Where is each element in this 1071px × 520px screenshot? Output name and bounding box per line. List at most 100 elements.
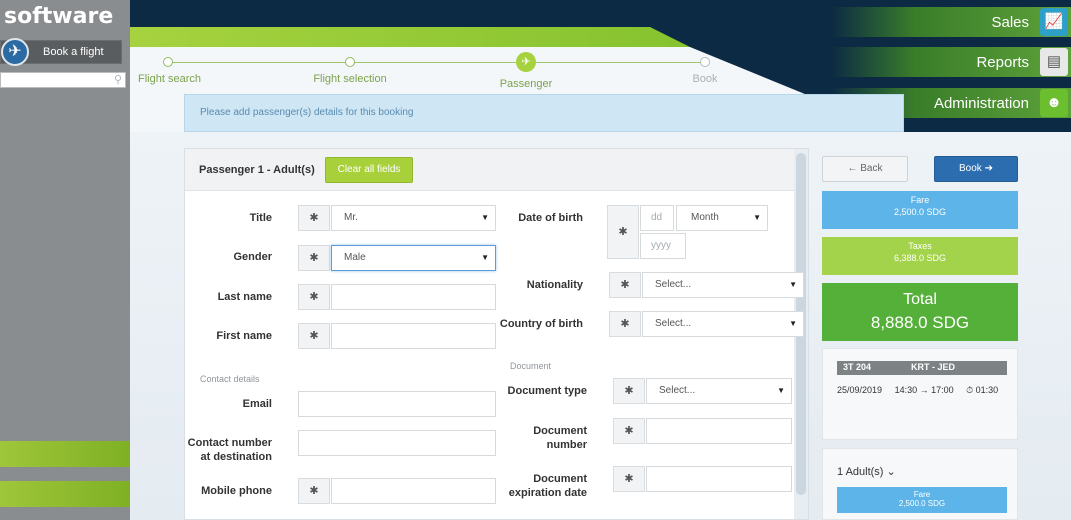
flight-details-row: 25/09/2019 14:30 → 17:00 ⏱ 01:30 — [837, 385, 1008, 396]
document-expiration-label: Document expiration date — [490, 472, 587, 500]
required-icon: ✱ — [613, 466, 645, 492]
gender-value: Male — [344, 252, 366, 263]
document-expiration-label-line2: expiration date — [508, 487, 587, 499]
step-label: Flight selection — [313, 73, 387, 85]
step-label: Passenger — [499, 78, 553, 90]
nav-sales-label: Sales — [991, 14, 1029, 31]
title-value: Mr. — [344, 212, 358, 223]
contact-destination-label-line1: Contact number — [187, 437, 272, 449]
required-icon: ✱ — [298, 284, 330, 310]
dob-month-value: Month — [691, 212, 719, 223]
title-label: Title — [249, 212, 272, 224]
flight-route: KRT - JED — [911, 362, 956, 372]
country-of-birth-label: Country of birth — [499, 318, 583, 330]
clear-all-fields-button[interactable]: Clear all fields — [325, 157, 413, 183]
last-name-input[interactable] — [331, 284, 496, 310]
contact-destination-label-line2: at destination — [200, 451, 272, 463]
book-button[interactable]: Book ➔ — [934, 156, 1018, 182]
book-a-flight-button[interactable]: ✈ Book a flight — [0, 38, 122, 66]
first-name-input[interactable] — [331, 323, 496, 349]
step-flight-search[interactable]: Flight search — [138, 52, 201, 85]
gender-label: Gender — [233, 251, 272, 263]
flight-date: 25/09/2019 — [837, 385, 883, 395]
taxes-label: Taxes — [908, 241, 932, 251]
document-type-select[interactable]: Select... ▼ — [646, 378, 792, 404]
chevron-down-icon: ▼ — [777, 386, 785, 395]
fare-box: Fare 2,500.0 SDG — [822, 191, 1018, 229]
flight-summary-card: 3T 204 KRT - JED 25/09/2019 14:30 → 17:0… — [822, 348, 1018, 440]
sidebar-search-input[interactable]: ⚲ — [0, 72, 126, 88]
chevron-down-icon: ▼ — [753, 213, 761, 222]
required-icon: ✱ — [613, 418, 645, 444]
adults-summary: 1 Adult(s) ⌄ Fare 2,500.0 SDG — [822, 448, 1018, 520]
info-message: Please add passenger(s) details for this… — [184, 94, 904, 132]
adults-toggle[interactable]: 1 Adult(s) ⌄ — [837, 465, 896, 478]
panel-title: Passenger 1 - Adult(s) — [199, 164, 315, 176]
document-expiration-input[interactable] — [646, 466, 792, 492]
total-label: Total — [903, 291, 937, 308]
flight-duration: ⏱ 01:30 — [966, 385, 999, 395]
back-button[interactable]: ← Back — [822, 156, 908, 182]
document-icon: ▤ — [1040, 48, 1068, 76]
mobile-phone-input[interactable] — [331, 478, 496, 504]
document-number-input[interactable] — [646, 418, 792, 444]
document-section: Document — [510, 361, 552, 371]
required-icon: ✱ — [298, 205, 330, 231]
email-label: Email — [242, 398, 272, 410]
dob-day-input[interactable]: dd — [640, 205, 674, 231]
document-number-label: Document number — [500, 424, 587, 452]
sidebar-green-bar — [0, 441, 130, 467]
country-of-birth-select[interactable]: Select... ▼ — [642, 311, 804, 337]
search-icon[interactable]: ⚲ — [114, 73, 122, 86]
nationality-select[interactable]: Select... ▼ — [642, 272, 804, 298]
flight-times: 14:30 → 17:00 — [894, 385, 954, 395]
fare-label: Fare — [910, 195, 930, 205]
nav-administration-label: Administration — [933, 95, 1029, 112]
chevron-down-icon: ▼ — [789, 280, 797, 289]
required-icon: ✱ — [298, 323, 330, 349]
steps-line — [168, 62, 708, 63]
nav-reports-label: Reports — [976, 54, 1029, 71]
contact-details-section: Contact details — [200, 374, 260, 384]
total-box: Total 8,888.0 SDG — [822, 283, 1018, 341]
first-name-label: First name — [216, 330, 272, 342]
mobile-phone-label: Mobile phone — [201, 485, 272, 497]
title-select[interactable]: Mr. ▼ — [331, 205, 496, 231]
plane-icon: ✈ — [1, 38, 29, 66]
dob-month-select[interactable]: Month ▼ — [676, 205, 768, 231]
step-passenger: ✈ Passenger — [496, 52, 556, 90]
flight-number: 3T 204 — [843, 362, 872, 372]
step-dot — [700, 57, 710, 67]
nav-sales[interactable]: Sales 📈 — [831, 7, 1071, 37]
adults-fare-value: 2,500.0 SDG — [898, 499, 946, 508]
plane-icon: ✈ — [516, 52, 536, 72]
dob-year-input[interactable]: yyyy — [640, 233, 686, 259]
step-flight-selection[interactable]: Flight selection — [310, 52, 390, 85]
nav-reports[interactable]: Reports ▤ — [831, 47, 1071, 77]
document-type-value: Select... — [659, 385, 696, 396]
taxes-box: Taxes 6,388.0 SDG — [822, 237, 1018, 275]
country-of-birth-value: Select... — [655, 318, 692, 329]
chart-icon: 📈 — [1040, 8, 1068, 36]
adults-fare-label: Fare — [913, 490, 931, 499]
total-value: 8,888.0 SDG — [870, 313, 970, 332]
chevron-down-icon: ▼ — [789, 319, 797, 328]
flight-header-bar: 3T 204 KRT - JED — [837, 361, 1007, 375]
document-number-label-line2: number — [546, 439, 587, 451]
email-input[interactable] — [298, 391, 496, 417]
gender-select[interactable]: Male ▼ — [331, 245, 496, 271]
fare-value: 2,500.0 SDG — [893, 207, 947, 217]
required-icon: ✱ — [609, 311, 641, 337]
step-book: Book — [670, 52, 740, 85]
required-icon: ✱ — [613, 378, 645, 404]
banner-green-stripe — [130, 27, 690, 47]
last-name-label: Last name — [217, 291, 272, 303]
book-a-flight-label: Book a flight — [43, 46, 104, 58]
required-icon: ✱ — [609, 272, 641, 298]
nationality-label: Nationality — [526, 279, 583, 291]
step-dot — [345, 57, 355, 67]
required-icon: ✱ — [298, 478, 330, 504]
panel-header: Passenger 1 - Adult(s) Clear all fields — [185, 149, 808, 191]
document-expiration-label-line1: Document — [533, 473, 587, 485]
contact-destination-input[interactable] — [298, 430, 496, 456]
